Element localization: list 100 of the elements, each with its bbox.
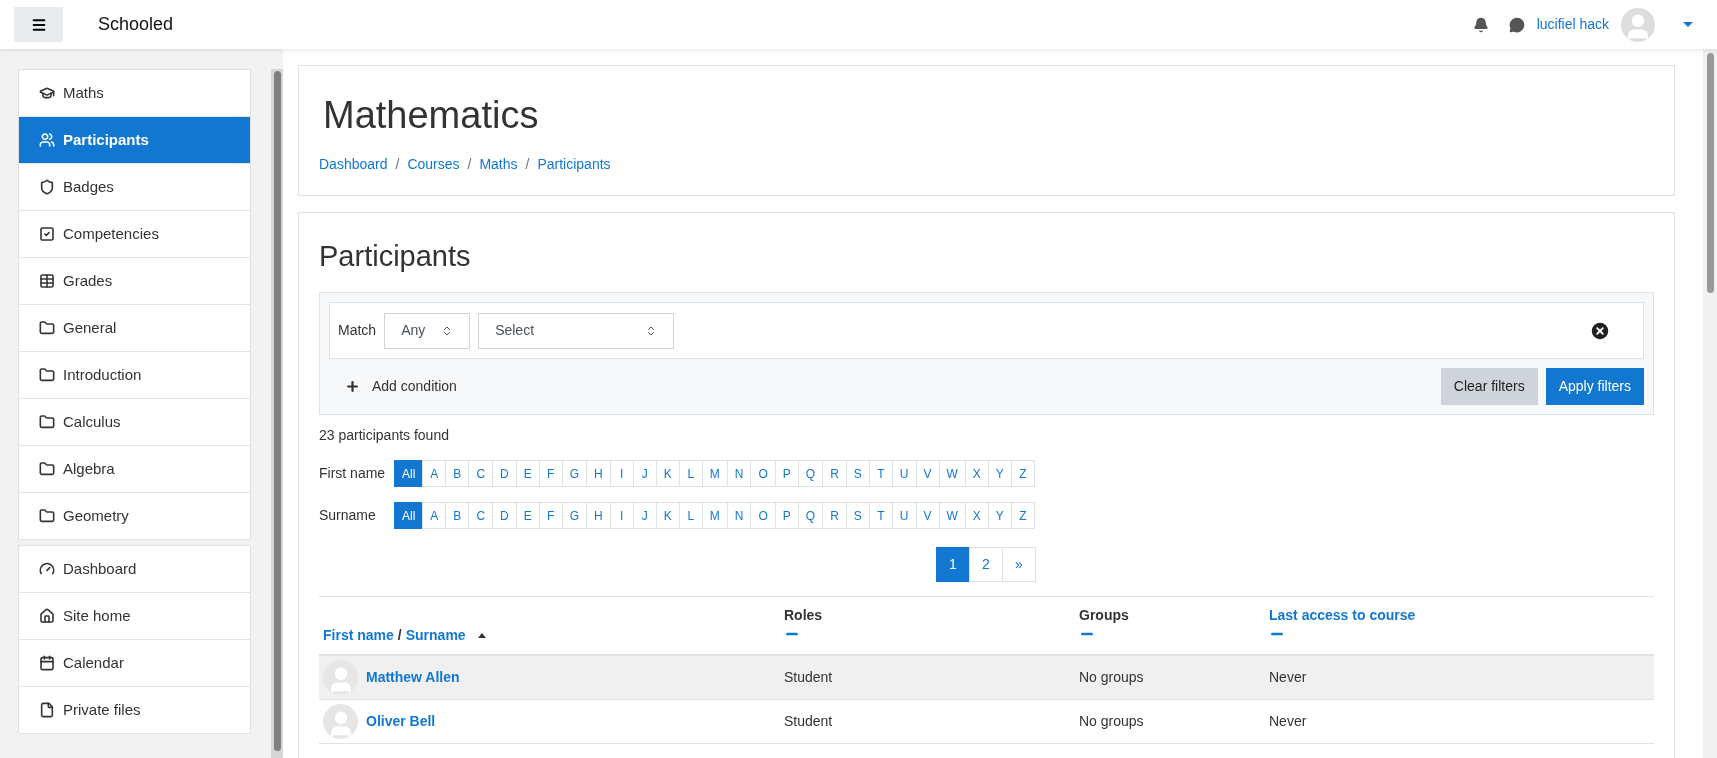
folder-icon <box>39 508 55 524</box>
initial-letter-link[interactable]: T <box>868 502 893 529</box>
initial-letter-link[interactable]: Z <box>1010 502 1035 529</box>
initial-letter-link[interactable]: S <box>845 502 870 529</box>
participant-name-link[interactable]: Matthew Allen <box>366 667 460 688</box>
participant-name-link[interactable]: Oliver Bell <box>366 711 436 732</box>
breadcrumb-link[interactable]: Dashboard <box>319 153 388 175</box>
initial-letter-link[interactable]: R <box>822 502 847 529</box>
sort-link[interactable]: First name <box>323 625 394 646</box>
initial-letter-link[interactable]: K <box>655 502 680 529</box>
initial-letter-link[interactable]: R <box>822 460 847 487</box>
initial-letter-link[interactable]: I <box>609 460 634 487</box>
notification-bell-icon[interactable] <box>1472 16 1489 33</box>
initial-letter-link[interactable]: H <box>586 460 611 487</box>
initial-letter-link[interactable]: C <box>468 460 494 487</box>
initial-letter-link[interactable]: W <box>938 460 966 487</box>
house-icon <box>39 608 55 624</box>
initial-letter-link[interactable]: Z <box>1010 460 1035 487</box>
sidebar-item[interactable]: Participants <box>19 117 250 164</box>
column-header[interactable]: Groups <box>1079 596 1269 655</box>
sort-link[interactable]: Surname <box>405 625 466 646</box>
initial-letter-link[interactable]: B <box>445 502 470 529</box>
messages-icon[interactable] <box>1508 16 1525 33</box>
initial-letter-link[interactable]: J <box>632 460 657 487</box>
match-select[interactable]: Any <box>384 312 471 349</box>
initial-letter-link[interactable]: X <box>964 502 989 529</box>
initial-letter-link[interactable]: M <box>701 502 728 529</box>
graduation-cap-icon <box>39 85 55 101</box>
condition-select[interactable]: Select <box>478 312 675 349</box>
initial-letter-link[interactable]: S <box>845 460 870 487</box>
initial-letter-link[interactable]: F <box>538 460 563 487</box>
folder-icon <box>39 367 55 383</box>
initial-letter-link[interactable]: P <box>774 502 799 529</box>
column-header[interactable]: Roles <box>784 596 1079 655</box>
apply-filters-button[interactable]: Apply filters <box>1545 368 1644 405</box>
initial-letter-link[interactable]: I <box>609 502 634 529</box>
initial-letter-link[interactable]: Q <box>797 460 824 487</box>
initial-letter-link[interactable]: B <box>445 460 470 487</box>
initial-letter-link[interactable]: V <box>915 460 940 487</box>
folder-icon <box>39 320 55 336</box>
plus-icon <box>345 379 360 394</box>
initial-letter-link[interactable]: U <box>891 460 917 487</box>
initial-letter-link[interactable]: L <box>678 460 703 487</box>
remove-condition-icon[interactable] <box>1589 319 1611 342</box>
participants-count: 23 participants found <box>319 426 450 445</box>
initial-letter-link[interactable]: All <box>394 502 424 529</box>
filter-label: First name <box>319 464 387 483</box>
table-icon <box>39 273 55 289</box>
initial-letter-link[interactable]: A <box>422 460 447 487</box>
initial-letter-link[interactable]: U <box>891 502 917 529</box>
avatar <box>323 704 358 739</box>
scrollbar[interactable] <box>271 69 283 758</box>
initial-letter-link[interactable]: P <box>774 460 799 487</box>
participant-row[interactable]: Oliver Bell Student No groups Never <box>319 699 1654 744</box>
initial-letter-link[interactable]: K <box>655 460 680 487</box>
breadcrumb-link[interactable]: Participants <box>537 153 611 175</box>
header-text: Groups <box>1079 606 1130 625</box>
initial-letter-link[interactable]: L <box>678 502 703 529</box>
initial-letter-link[interactable]: V <box>915 502 940 529</box>
initial-letter-link[interactable]: G <box>561 502 588 529</box>
shield-icon <box>39 179 55 195</box>
column-header[interactable]: Last access to course <box>1269 596 1654 655</box>
folder-icon <box>39 461 55 477</box>
initial-letter-link[interactable]: A <box>422 502 447 529</box>
match-label: Match <box>338 321 377 340</box>
dropdown-caret-icon[interactable] <box>1683 22 1693 27</box>
header-text[interactable]: Last access to course <box>1269 605 1654 626</box>
user-name-link[interactable]: lucifiel hack <box>1536 14 1609 35</box>
initial-letter-link[interactable]: J <box>632 502 657 529</box>
table-cell: No groups <box>1079 699 1269 744</box>
table-cell: No groups <box>1079 655 1269 700</box>
users-icon <box>39 132 55 148</box>
initial-letter-link[interactable]: Q <box>797 502 824 529</box>
pagination-link[interactable]: » <box>1002 547 1036 582</box>
menu-button[interactable] <box>14 7 63 42</box>
initial-letter-link[interactable]: Y <box>987 502 1012 529</box>
initial-letter-link[interactable]: C <box>468 502 494 529</box>
initial-letter-link[interactable]: E <box>515 502 540 529</box>
initial-letter-link[interactable]: D <box>492 502 517 529</box>
initial-letter-link[interactable]: X <box>964 460 989 487</box>
initial-letter-link[interactable]: All <box>394 460 424 487</box>
initial-letter-link[interactable]: W <box>938 502 966 529</box>
initial-letter-link[interactable]: O <box>750 502 776 529</box>
initial-letter-link[interactable]: D <box>492 460 517 487</box>
breadcrumb-link[interactable]: Courses <box>407 153 460 175</box>
initial-letter-link[interactable]: G <box>561 460 588 487</box>
clear-filters-button[interactable]: Clear filters <box>1440 368 1538 405</box>
initial-letter-link[interactable]: F <box>538 502 563 529</box>
initial-letter-link[interactable]: M <box>701 460 728 487</box>
initial-letter-link[interactable]: O <box>750 460 776 487</box>
pagination-link[interactable]: 1 <box>936 547 970 582</box>
initial-letter-link[interactable]: Y <box>987 460 1012 487</box>
site-name[interactable]: Schooled <box>98 11 174 38</box>
initial-letter-link[interactable]: E <box>515 460 540 487</box>
initial-letter-link[interactable]: H <box>586 502 611 529</box>
initial-letter-link[interactable]: T <box>868 460 893 487</box>
column-header[interactable]: First name / Surname <box>319 596 784 655</box>
add-condition-button[interactable]: Add condition <box>329 376 473 397</box>
breadcrumb-link[interactable]: Maths <box>479 153 518 175</box>
pagination-link[interactable]: 2 <box>969 547 1003 582</box>
